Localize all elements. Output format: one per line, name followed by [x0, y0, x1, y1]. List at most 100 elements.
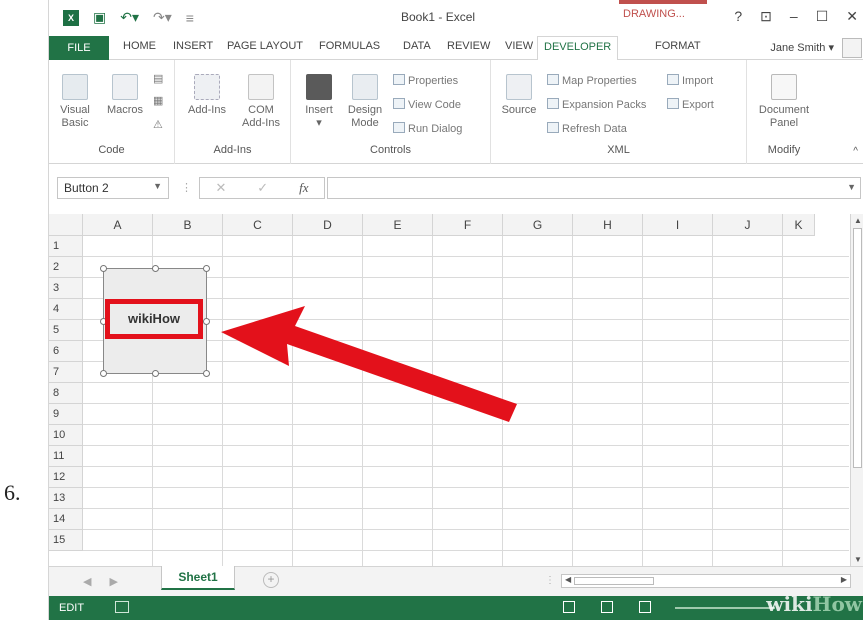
close-button[interactable]: ✕ [846, 8, 858, 25]
row-header-11[interactable]: 11 [49, 446, 83, 467]
tab-home[interactable]: HOME [123, 40, 156, 52]
macro-recording-icon[interactable] [115, 601, 129, 613]
column-header-a[interactable]: A [83, 214, 153, 236]
column-header-f[interactable]: F [433, 214, 503, 236]
properties-button[interactable]: Properties [393, 74, 458, 87]
name-box[interactable]: Button 2 ▼ [57, 177, 169, 199]
row-header-12[interactable]: 12 [49, 467, 83, 488]
ribbon-display-icon[interactable]: ⊡ [760, 8, 772, 25]
insert-function-icon[interactable]: fx [299, 180, 308, 196]
tab-view[interactable]: VIEW [505, 40, 533, 52]
customize-qat-icon[interactable]: ≡ [186, 10, 194, 26]
column-header-c[interactable]: C [223, 214, 293, 236]
column-header-g[interactable]: G [503, 214, 573, 236]
row-header-6[interactable]: 6 [49, 341, 83, 362]
page-layout-view-icon[interactable] [601, 601, 613, 613]
record-macro-icon[interactable]: ▤ [153, 72, 163, 85]
redo-icon[interactable]: ↷▾ [153, 9, 172, 26]
import-button[interactable]: Import [667, 74, 713, 87]
column-header-i[interactable]: I [643, 214, 713, 236]
insert-control-button[interactable]: Insert ▾ [299, 74, 339, 130]
resize-handle[interactable] [203, 318, 210, 325]
view-code-button[interactable]: View Code [393, 98, 461, 111]
row-header-14[interactable]: 14 [49, 509, 83, 530]
row-header-7[interactable]: 7 [49, 362, 83, 383]
column-header-e[interactable]: E [363, 214, 433, 236]
avatar[interactable] [842, 38, 862, 58]
tab-developer[interactable]: DEVELOPER [537, 36, 619, 61]
expand-formula-bar-icon[interactable]: ▼ [847, 182, 856, 192]
column-header-b[interactable]: B [153, 214, 223, 236]
source-button[interactable]: Source [497, 74, 541, 117]
resize-handle[interactable] [203, 370, 210, 377]
user-name[interactable]: Jane Smith ▾ [770, 41, 834, 54]
save-icon[interactable]: ▣ [93, 9, 106, 26]
page-break-view-icon[interactable] [639, 601, 651, 613]
row-header-3[interactable]: 3 [49, 278, 83, 299]
select-all-corner[interactable] [49, 214, 83, 236]
name-box-dropdown-icon[interactable]: ▼ [153, 181, 162, 191]
tab-split-grip-icon[interactable]: ⋮ [545, 575, 555, 586]
expansion-packs-button[interactable]: Expansion Packs [547, 98, 646, 111]
undo-icon[interactable]: ↶▾ [120, 9, 139, 26]
tab-file[interactable]: FILE [49, 36, 109, 60]
vertical-scroll-thumb[interactable] [853, 228, 862, 468]
map-properties-button[interactable]: Map Properties [547, 74, 637, 87]
row-header-9[interactable]: 9 [49, 404, 83, 425]
macros-button[interactable]: Macros [101, 74, 149, 117]
maximize-button[interactable]: ☐ [816, 8, 829, 25]
com-add-ins-button[interactable]: COM Add-Ins [237, 74, 285, 130]
cancel-icon[interactable]: ✕ [215, 180, 226, 196]
scroll-up-icon[interactable]: ▲ [854, 216, 862, 225]
formula-input[interactable]: ▼ [327, 177, 861, 199]
macro-security-icon[interactable]: ⚠ [153, 118, 163, 131]
column-header-k[interactable]: K [783, 214, 815, 236]
vertical-scrollbar[interactable]: ▲ ▼ [850, 214, 863, 566]
resize-handle[interactable] [152, 265, 159, 272]
horizontal-scrollbar[interactable]: ◀ ▶ [561, 574, 851, 588]
run-dialog-button[interactable]: Run Dialog [393, 122, 462, 135]
normal-view-icon[interactable] [563, 601, 575, 613]
resize-handle[interactable] [152, 370, 159, 377]
row-header-15[interactable]: 15 [49, 530, 83, 551]
visual-basic-button[interactable]: Visual Basic [55, 74, 95, 130]
minimize-button[interactable]: – [790, 8, 798, 25]
help-button[interactable]: ? [734, 8, 742, 25]
row-header-8[interactable]: 8 [49, 383, 83, 404]
export-button[interactable]: Export [667, 98, 714, 111]
tab-formulas[interactable]: FORMULAS [319, 40, 380, 52]
tab-page-layout[interactable]: PAGE LAYOUT [227, 40, 303, 52]
row-header-13[interactable]: 13 [49, 488, 83, 509]
add-sheet-icon[interactable]: + [263, 572, 279, 588]
worksheet-grid[interactable]: ABCDEFGHIJK 1 2 3 4 5 6 7 8 9 10 11 12 13 14 15 ▲ ▼ [49, 214, 863, 566]
column-header-h[interactable]: H [573, 214, 643, 236]
sheet-tab-sheet1[interactable]: Sheet1 [161, 566, 235, 590]
refresh-data-button[interactable]: Refresh Data [547, 122, 627, 135]
resize-handle[interactable] [203, 265, 210, 272]
row-header-4[interactable]: 4 [49, 299, 83, 320]
scroll-down-icon[interactable]: ▼ [854, 555, 862, 564]
row-header-10[interactable]: 10 [49, 425, 83, 446]
horizontal-scroll-thumb[interactable] [574, 577, 654, 585]
row-header-2[interactable]: 2 [49, 257, 83, 278]
design-mode-button[interactable]: Design Mode [343, 74, 387, 130]
tab-data[interactable]: DATA [403, 40, 431, 52]
row-header-5[interactable]: 5 [49, 320, 83, 341]
scroll-right-icon[interactable]: ▶ [841, 575, 847, 584]
scroll-left-icon[interactable]: ◀ [565, 575, 571, 584]
zoom-slider[interactable] [675, 607, 775, 609]
collapse-ribbon-icon[interactable]: ^ [853, 146, 858, 157]
row-header-1[interactable]: 1 [49, 236, 83, 257]
tab-format[interactable]: FORMAT [655, 40, 701, 52]
document-panel-button[interactable]: Document Panel [751, 74, 817, 130]
resize-handle[interactable] [100, 370, 107, 377]
tab-insert[interactable]: INSERT [173, 40, 213, 52]
relative-references-icon[interactable]: ▦ [153, 94, 163, 107]
column-header-d[interactable]: D [293, 214, 363, 236]
column-header-j[interactable]: J [713, 214, 783, 236]
button-label-highlight[interactable]: wikiHow [105, 299, 203, 339]
resize-handle[interactable] [100, 265, 107, 272]
enter-icon[interactable]: ✓ [257, 180, 268, 196]
sheet-nav-arrows-icon[interactable]: ◀▶ [83, 575, 136, 588]
add-ins-button[interactable]: Add-Ins [183, 74, 231, 117]
